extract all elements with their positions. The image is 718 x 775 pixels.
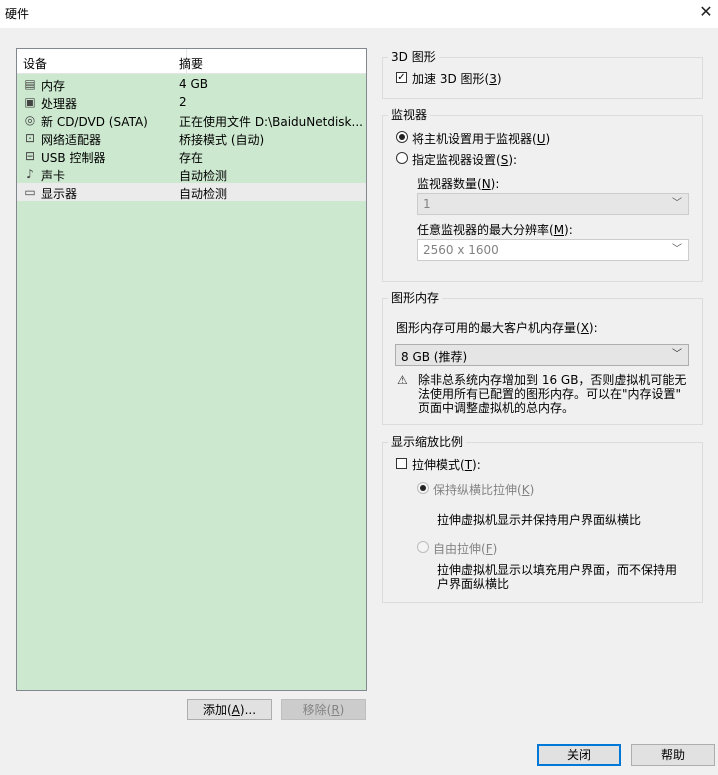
remove-button[interactable]: 移除(R) xyxy=(281,699,366,720)
specify-monitor-settings-radio[interactable] xyxy=(396,152,408,164)
monitor-count-label: 监视器数量(N): xyxy=(417,177,500,191)
device-name: 内存 xyxy=(41,79,66,93)
column-header-summary[interactable]: 摘要 xyxy=(179,55,203,72)
chevron-down-icon: ﹀ xyxy=(672,244,682,255)
use-host-settings-label[interactable]: 将主机设置用于监视器(U) xyxy=(412,130,550,147)
keep-aspect-stretch-radio[interactable] xyxy=(417,482,429,494)
free-stretch-radio[interactable] xyxy=(417,541,429,553)
memory-icon: ▤ xyxy=(24,77,36,91)
device-summary: 正在使用文件 D:\BaiduNetdisk... xyxy=(179,115,363,129)
monitor-count-select[interactable]: 1 ﹀ xyxy=(417,193,689,215)
keep-aspect-stretch-label[interactable]: 保持纵横比拉伸(K) xyxy=(433,481,534,498)
device-row[interactable]: ▭ 显示器 自动检测 xyxy=(17,183,366,201)
cd-icon: ◎ xyxy=(24,113,36,127)
close-icon[interactable]: ✕ xyxy=(694,0,718,26)
device-name: 新 CD/DVD (SATA) xyxy=(41,115,148,129)
device-row[interactable]: ⊡ 网络适配器 桥接模式 (自动) xyxy=(17,129,366,147)
device-row[interactable]: ▤ 内存 4 GB xyxy=(17,75,366,93)
network-icon: ⊡ xyxy=(24,131,36,145)
free-stretch-description: 拉伸虚拟机显示以填充用户界面，而不保持用 户界面纵横比 xyxy=(437,563,678,591)
device-summary: 4 GB xyxy=(179,77,208,91)
close-button[interactable]: 关闭 xyxy=(537,744,621,766)
group-label-3d-graphics: 3D 图形 xyxy=(388,50,439,64)
max-resolution-select[interactable]: 2560 x 1600 ﹀ xyxy=(417,239,689,261)
group-label-display-scaling: 显示缩放比例 xyxy=(388,435,467,449)
device-summary: 自动检测 xyxy=(179,187,228,201)
device-list[interactable]: 设备 摘要 ▤ 内存 4 GB ▣ 处理器 2 ◎ 新 CD/DVD (SATA) 正在使用文件… xyxy=(16,48,367,691)
device-summary: 存在 xyxy=(179,151,204,165)
help-button[interactable]: 帮助 xyxy=(631,744,715,766)
device-summary: 自动检测 xyxy=(179,169,228,183)
graphics-memory-warning: 除非总系统内存增加到 16 GB，否则虚拟机可能无 法使用所有已配置的图形内存。… xyxy=(418,373,687,415)
device-row[interactable]: ▣ 处理器 2 xyxy=(17,93,366,111)
device-name: 网络适配器 xyxy=(41,133,102,147)
group-label-monitors: 监视器 xyxy=(388,108,431,122)
monitor-icon: ▭ xyxy=(24,185,36,199)
usb-icon: ⊟ xyxy=(24,149,36,163)
column-header-device[interactable]: 设备 xyxy=(23,55,47,72)
stretch-mode-label[interactable]: 拉伸模式(T): xyxy=(412,456,481,473)
add-button[interactable]: 添加(A)... xyxy=(187,699,272,720)
device-summary: 桥接模式 (自动) xyxy=(179,133,265,147)
accelerate-3d-label[interactable]: 加速 3D 图形(3) xyxy=(412,70,502,87)
device-name: 显示器 xyxy=(41,187,78,201)
chevron-down-icon: ﹀ xyxy=(672,349,682,360)
device-row[interactable]: ⊟ USB 控制器 存在 xyxy=(17,147,366,165)
keep-aspect-description: 拉伸虚拟机显示并保持用户界面纵横比 xyxy=(437,513,642,527)
device-name: 声卡 xyxy=(41,169,66,183)
accelerate-3d-checkbox[interactable]: ✓ xyxy=(396,72,407,83)
use-host-settings-radio[interactable] xyxy=(396,131,408,143)
max-resolution-label: 任意监视器的最大分辨率(M): xyxy=(417,223,573,237)
device-row[interactable]: ◎ 新 CD/DVD (SATA) 正在使用文件 D:\BaiduNetdisk..… xyxy=(17,111,366,129)
graphics-memory-select[interactable]: 8 GB (推荐) ﹀ xyxy=(395,344,689,366)
speaker-icon: ♪ xyxy=(26,167,34,181)
checkmark-icon: ✓ xyxy=(397,72,406,83)
device-row[interactable]: ♪ 声卡 自动检测 xyxy=(17,165,366,183)
device-name: USB 控制器 xyxy=(41,151,106,165)
graphics-memory-max-label: 图形内存可用的最大客户机内存量(X): xyxy=(396,321,598,335)
title-bar: 硬件 ✕ xyxy=(0,0,718,28)
device-list-header: 设备 摘要 xyxy=(17,49,366,74)
free-stretch-label[interactable]: 自由拉伸(F) xyxy=(433,540,497,557)
device-name: 处理器 xyxy=(41,97,78,111)
group-label-graphics-memory: 图形内存 xyxy=(388,291,443,305)
specify-monitor-settings-label[interactable]: 指定监视器设置(S): xyxy=(412,151,517,168)
chevron-down-icon: ﹀ xyxy=(672,198,682,209)
device-summary: 2 xyxy=(179,95,187,109)
warning-icon: ⚠ xyxy=(397,373,408,387)
window-title: 硬件 xyxy=(5,7,30,21)
cpu-icon: ▣ xyxy=(24,95,36,109)
stretch-mode-checkbox[interactable] xyxy=(396,458,407,469)
